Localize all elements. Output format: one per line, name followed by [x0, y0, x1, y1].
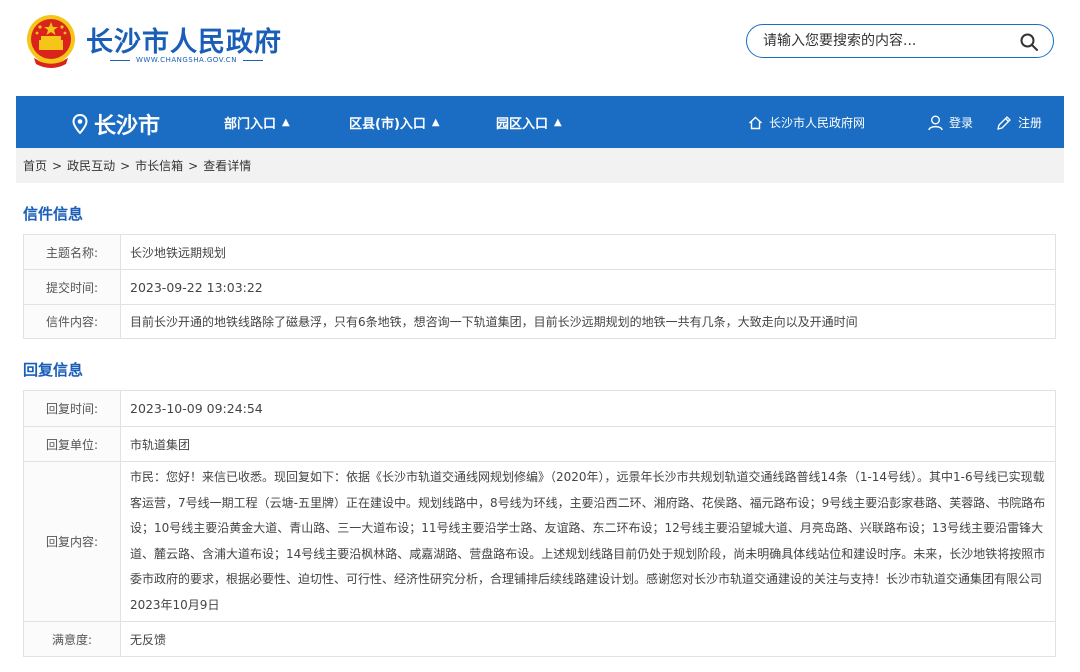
row-label: 满意度:: [23, 621, 121, 657]
triangle-up-icon: ▲: [554, 117, 562, 128]
login-label: 登录: [949, 116, 974, 130]
search-box: [746, 24, 1054, 58]
nav-menu-districts[interactable]: 区县(市)入口 ▲: [349, 113, 440, 132]
row-label: 回复单位:: [23, 426, 121, 462]
login-link[interactable]: 登录: [928, 114, 973, 131]
divider: [110, 59, 130, 61]
breadcrumb-mayor-mailbox[interactable]: 市长信箱: [135, 157, 183, 174]
user-icon: [928, 115, 943, 130]
row-label: 信件内容:: [23, 304, 121, 339]
breadcrumb-separator: >: [188, 158, 199, 173]
table-row: 回复单位: 市轨道集团: [23, 426, 1056, 462]
reply-info-table: 回复时间: 2023-10-09 09:24:54 回复单位: 市轨道集团 回复…: [23, 390, 1056, 657]
site-header: 长沙市人民政府 WWW.CHANGSHA.GOV.CN: [0, 0, 1080, 96]
breadcrumb-separator: >: [52, 158, 63, 173]
breadcrumb: 首页 > 政民互动 > 市长信箱 > 查看详情: [16, 148, 1064, 183]
site-url: WWW.CHANGSHA.GOV.CN: [110, 56, 263, 64]
breadcrumb-separator: >: [120, 158, 131, 173]
register-link[interactable]: 注册: [996, 114, 1042, 131]
search-icon[interactable]: [1019, 32, 1039, 52]
reply-content-value: 市民：您好！来信已收悉。现回复如下：依据《长沙市轨道交通线网规划修编》（2020…: [120, 461, 1056, 622]
breadcrumb-home[interactable]: 首页: [23, 157, 47, 174]
table-row: 提交时间: 2023-09-22 13:03:22: [23, 269, 1056, 305]
triangle-up-icon: ▲: [431, 117, 440, 128]
divider: [242, 59, 263, 61]
nav-menu-label: 区县(市)入口: [349, 117, 426, 132]
reply-section-title: 回复信息: [23, 361, 84, 379]
register-label: 注册: [1018, 116, 1043, 130]
letter-info-table: 主题名称: 长沙地铁远期规划 提交时间: 2023-09-22 13:03:22…: [23, 234, 1056, 339]
triangle-up-icon: ▲: [282, 117, 290, 128]
nav-menu-parks[interactable]: 园区入口 ▲: [496, 113, 562, 132]
row-label: 主题名称:: [23, 234, 121, 270]
main-nav: 长沙市 部门入口 ▲ 区县(市)入口 ▲ 园区入口 ▲ 长沙市人民政府网 登录 …: [16, 96, 1064, 148]
letter-content-value: 目前长沙开通的地铁线路除了磁悬浮，只有6条地铁，想咨询一下轨道集团，目前长沙远期…: [120, 304, 1056, 339]
site-url-text: WWW.CHANGSHA.GOV.CN: [136, 56, 237, 64]
nav-menu-label: 园区入口: [496, 117, 549, 132]
portal-link[interactable]: 长沙市人民政府网: [748, 114, 865, 131]
reply-time-value: 2023-10-09 09:24:54: [120, 390, 1056, 427]
satisfaction-value: 无反馈: [120, 621, 1056, 657]
pencil-icon: [997, 115, 1011, 130]
subject-value: 长沙地铁远期规划: [120, 234, 1056, 270]
table-row: 回复时间: 2023-10-09 09:24:54: [23, 390, 1056, 427]
table-row: 信件内容: 目前长沙开通的地铁线路除了磁悬浮，只有6条地铁，想咨询一下轨道集团，…: [23, 304, 1056, 339]
reply-unit-value: 市轨道集团: [120, 426, 1056, 462]
national-emblem-icon[interactable]: [26, 14, 76, 72]
location-pin-icon: [72, 114, 88, 134]
table-row: 满意度: 无反馈: [23, 621, 1056, 657]
portal-link-label: 长沙市人民政府网: [769, 116, 866, 130]
breadcrumb-current: 查看详情: [203, 159, 252, 173]
city-name: 长沙市: [94, 114, 161, 139]
city-selector[interactable]: 长沙市: [72, 108, 160, 140]
nav-menu-departments[interactable]: 部门入口 ▲: [224, 113, 290, 132]
breadcrumb-interaction[interactable]: 政民互动: [67, 157, 115, 174]
table-row: 主题名称: 长沙地铁远期规划: [23, 234, 1056, 270]
table-row: 回复内容: 市民：您好！来信已收悉。现回复如下：依据《长沙市轨道交通线网规划修编…: [23, 461, 1056, 622]
search-input[interactable]: [763, 31, 1013, 51]
row-label: 提交时间:: [23, 269, 121, 305]
nav-menu-label: 部门入口: [224, 117, 277, 132]
letter-section-title: 信件信息: [23, 205, 84, 223]
submit-time-value: 2023-09-22 13:03:22: [120, 269, 1056, 305]
home-icon: [749, 116, 762, 129]
row-label: 回复时间:: [23, 390, 121, 427]
row-label: 回复内容:: [23, 461, 121, 622]
site-title[interactable]: 长沙市人民政府: [86, 20, 282, 59]
